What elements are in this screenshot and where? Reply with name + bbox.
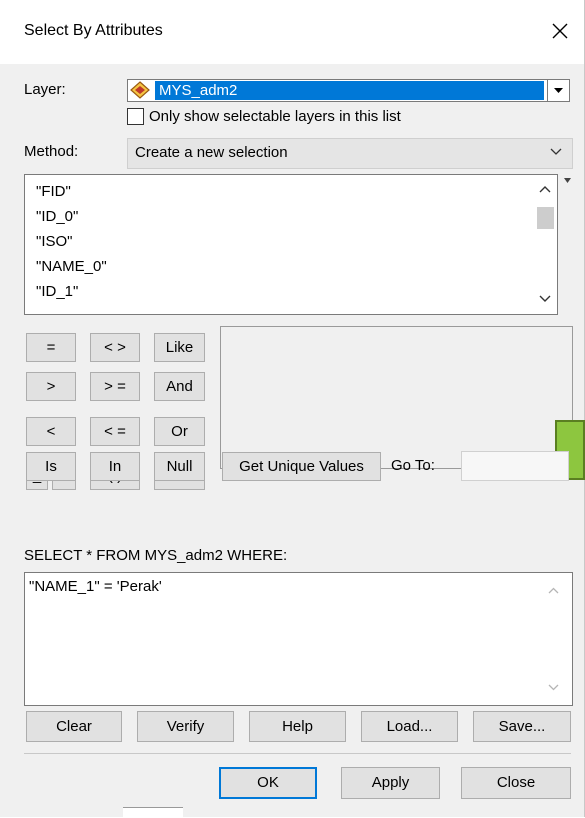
- layer-dropdown[interactable]: MYS_adm2: [127, 79, 570, 102]
- select-by-attributes-dialog: Select By Attributes Layer: MYS_adm2 Onl…: [0, 0, 585, 818]
- goto-label: Go To:: [391, 457, 435, 474]
- help-button[interactable]: Help: [249, 711, 346, 742]
- not-equals-button[interactable]: < >: [90, 333, 140, 362]
- sql-prefix-label: SELECT * FROM MYS_adm2 WHERE:: [24, 547, 288, 564]
- like-button[interactable]: Like: [154, 333, 205, 362]
- scroll-thumb[interactable]: [537, 207, 554, 229]
- method-label: Method:: [24, 143, 79, 160]
- fields-list[interactable]: "FID" "ID_0" "ISO" "NAME_0" "ID_1": [24, 174, 558, 315]
- method-dropdown[interactable]: Create a new selection: [127, 138, 573, 169]
- divider: [24, 753, 571, 754]
- field-item[interactable]: "FID": [36, 180, 107, 205]
- verify-button[interactable]: Verify: [137, 711, 234, 742]
- layer-dropdown-button[interactable]: [547, 80, 569, 101]
- close-icon[interactable]: [545, 16, 575, 46]
- title-bar: Select By Attributes: [0, 0, 584, 64]
- dialog-title: Select By Attributes: [24, 22, 163, 39]
- unique-values-list[interactable]: [220, 326, 573, 469]
- load-button[interactable]: Load...: [361, 711, 458, 742]
- method-value: Create a new selection: [135, 144, 288, 161]
- expression-text: "NAME_1" = 'Perak': [29, 578, 162, 595]
- is-button[interactable]: Is: [26, 452, 76, 481]
- null-button[interactable]: Null: [154, 452, 205, 481]
- field-item[interactable]: "ID_1": [36, 280, 107, 305]
- get-unique-values-button[interactable]: Get Unique Values: [222, 452, 381, 481]
- goto-input[interactable]: [461, 451, 569, 481]
- background-window-fragment: [123, 807, 183, 818]
- field-item[interactable]: "NAME_0": [36, 255, 107, 280]
- scroll-up-icon[interactable]: [548, 587, 559, 594]
- expression-textbox[interactable]: "NAME_1" = 'Perak': [24, 572, 573, 706]
- chevron-down-icon: [550, 148, 562, 155]
- or-button[interactable]: Or: [154, 417, 205, 446]
- save-button[interactable]: Save...: [473, 711, 571, 742]
- layer-selected-value: MYS_adm2: [155, 81, 544, 100]
- ok-button[interactable]: OK: [219, 767, 317, 799]
- apply-button[interactable]: Apply: [341, 767, 440, 799]
- clear-button[interactable]: Clear: [26, 711, 122, 742]
- only-selectable-checkbox[interactable]: [127, 108, 144, 125]
- close-button[interactable]: Close: [461, 767, 571, 799]
- polygon-layer-icon: [130, 81, 150, 99]
- caret-down-icon: [564, 178, 571, 183]
- greater-than-button[interactable]: >: [26, 372, 76, 401]
- equals-button[interactable]: =: [26, 333, 76, 362]
- less-than-button[interactable]: <: [26, 417, 76, 446]
- scroll-up-icon[interactable]: [539, 185, 551, 193]
- and-button[interactable]: And: [154, 372, 205, 401]
- layer-value: MYS_adm2: [159, 82, 238, 99]
- scroll-down-icon[interactable]: [548, 684, 559, 691]
- less-equal-button[interactable]: < =: [90, 417, 140, 446]
- field-item[interactable]: "ID_0": [36, 205, 107, 230]
- layer-label: Layer:: [24, 81, 66, 98]
- field-item[interactable]: "ISO": [36, 230, 107, 255]
- only-selectable-label: Only show selectable layers in this list: [149, 108, 401, 125]
- greater-equal-button[interactable]: > =: [90, 372, 140, 401]
- fields-scrollbar[interactable]: [533, 175, 557, 314]
- scroll-down-icon[interactable]: [539, 295, 551, 303]
- in-button[interactable]: In: [90, 452, 140, 481]
